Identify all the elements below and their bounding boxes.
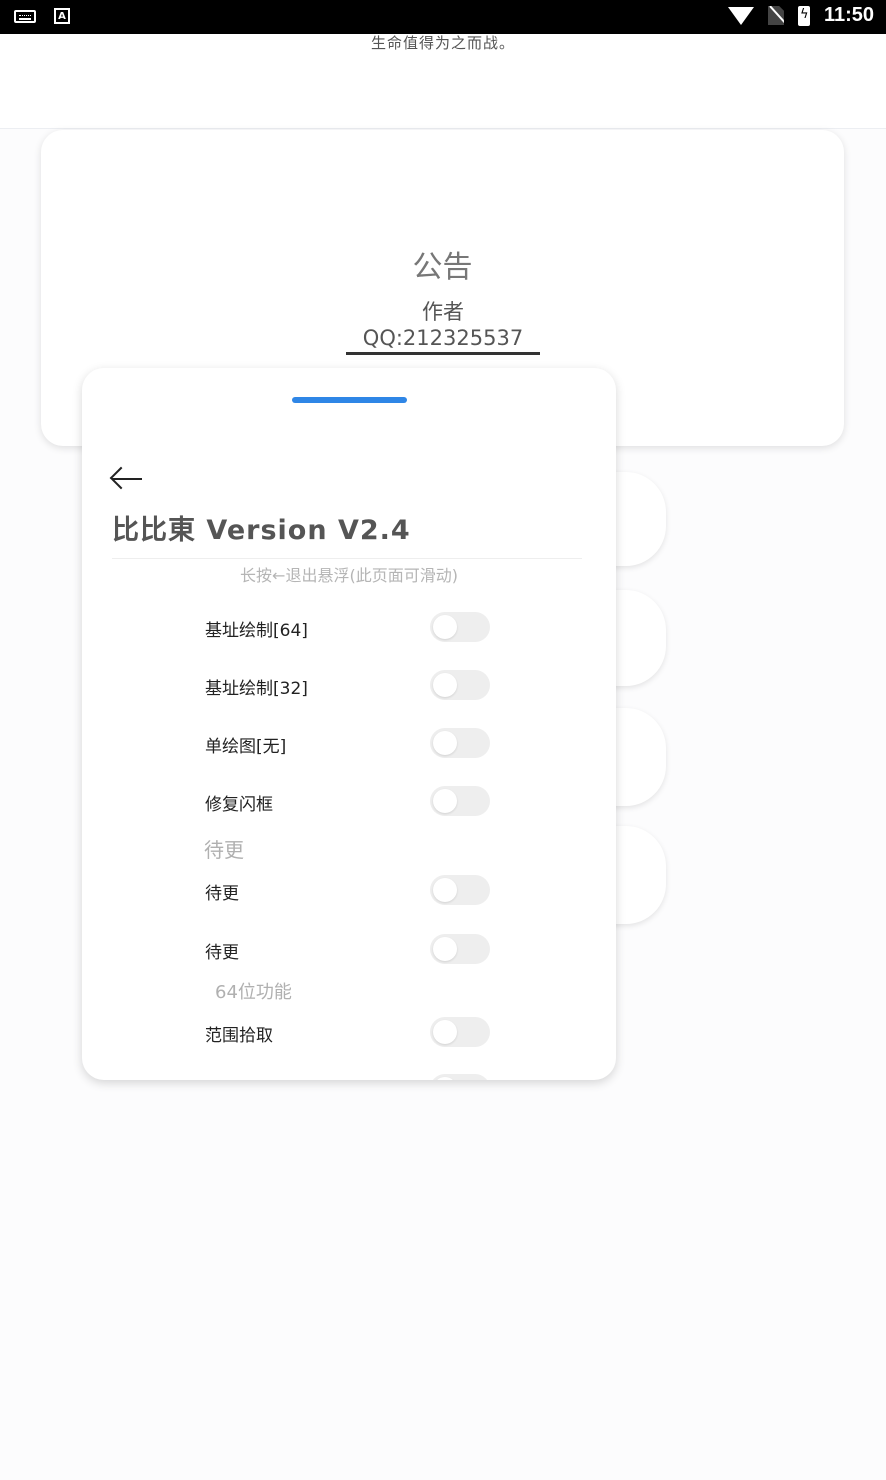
floating-menu-panel[interactable]: 比比東 Version V2.4 长按←退出悬浮(此页面可滑动) 基址绘制[64… <box>82 368 616 1080</box>
switch-row-partial[interactable] <box>205 1074 490 1080</box>
toggle-switch[interactable] <box>430 1074 490 1080</box>
switch-label: 范围拾取 <box>205 1026 273 1046</box>
wifi-icon <box>727 6 754 25</box>
switch-label: 基址绘制[64] <box>205 621 308 641</box>
hint-text: 长按←退出悬浮(此页面可滑动) <box>240 566 458 585</box>
toggle-knob <box>433 789 457 813</box>
clock: 11:50 <box>823 4 874 26</box>
toggle-knob <box>433 878 457 902</box>
toggle-knob <box>433 937 457 961</box>
switch-label: 基址绘制[32] <box>205 679 308 699</box>
switch-label: 待更 <box>205 943 239 963</box>
back-arrow-icon[interactable] <box>109 464 144 494</box>
switch-row[interactable]: 修复闪框 <box>205 786 490 816</box>
section-header: 待更 <box>204 838 244 862</box>
switch-row[interactable]: 单绘图[无] <box>205 728 490 758</box>
section-header: 64位功能 <box>215 982 292 1003</box>
toggle-switch[interactable] <box>430 875 490 905</box>
status-bar: A 11:50 <box>0 0 886 34</box>
motto-text: 生命值得为之而战。 <box>370 34 515 50</box>
toggle-knob <box>433 731 457 755</box>
toggle-knob <box>433 1020 457 1044</box>
toggle-knob <box>433 1077 457 1080</box>
a-badge-icon: A <box>54 8 70 24</box>
switch-row[interactable]: 范围拾取 <box>205 1017 490 1047</box>
no-sim-icon <box>767 6 784 25</box>
toggle-switch[interactable] <box>430 1017 490 1047</box>
switch-row[interactable]: 基址绘制[32] <box>205 670 490 700</box>
switch-row[interactable]: 基址绘制[64] <box>205 612 490 642</box>
keyboard-icon <box>14 9 36 23</box>
switch-label: 待更 <box>205 884 239 904</box>
battery-charging-icon <box>797 5 810 26</box>
drag-handle[interactable] <box>292 397 407 403</box>
top-banner: 生命值得为之而战。 <box>0 34 886 129</box>
divider <box>112 558 582 559</box>
toggle-switch[interactable] <box>430 728 490 758</box>
toggle-switch[interactable] <box>430 670 490 700</box>
panel-title: 比比東 Version V2.4 <box>112 515 411 546</box>
switch-label: 修复闪框 <box>205 795 273 815</box>
toggle-knob <box>433 673 457 697</box>
switch-label: 单绘图[无] <box>205 737 287 757</box>
notice-title: 公告 <box>412 250 473 285</box>
toggle-switch[interactable] <box>430 934 490 964</box>
switch-row[interactable]: 待更 <box>205 934 490 964</box>
author-link[interactable]: 作者QQ:212325537 <box>346 296 540 355</box>
toggle-switch[interactable] <box>430 612 490 642</box>
toggle-switch[interactable] <box>430 786 490 816</box>
toggle-knob <box>433 615 457 639</box>
switch-row[interactable]: 待更 <box>205 875 490 905</box>
